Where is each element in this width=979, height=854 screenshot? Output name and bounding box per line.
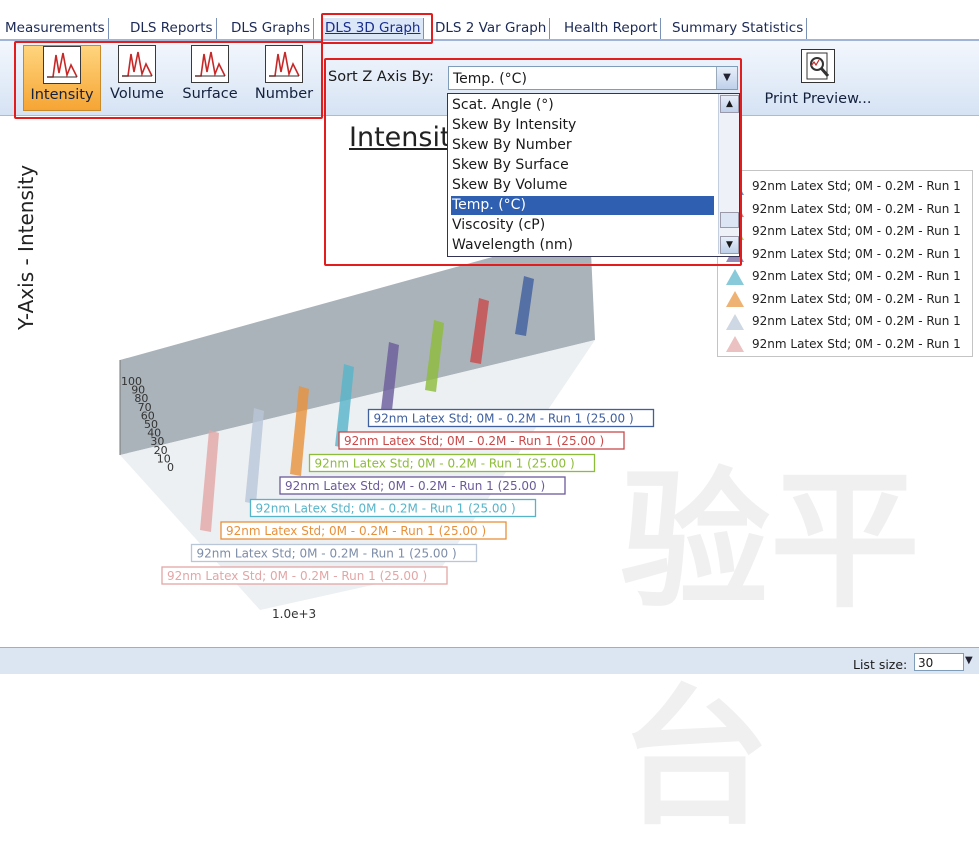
legend-marker-icon [726, 291, 744, 307]
y-tick-label: 0 [167, 461, 174, 474]
watermark-text: 验平台 [620, 455, 921, 846]
series-z-label: 92nm Latex Std; 0M - 0.2M - Run 1 (25.00… [279, 476, 566, 495]
sort-z-axis-select[interactable]: Temp. (°C) ▼ [448, 66, 738, 90]
sort-option-scat-angle[interactable]: Scat. Angle (°) [451, 96, 714, 115]
sort-option-temp[interactable]: Temp. (°C) [451, 196, 714, 215]
series-z-label-text: 92nm Latex Std; 0M - 0.2M - Run 1 (25.00… [256, 502, 516, 516]
legend-item: 92nm Latex Std; 0M - 0.2M - Run 1 [726, 220, 961, 242]
series-z-label: 92nm Latex Std; 0M - 0.2M - Run 1 (25.00… [308, 453, 596, 473]
chart-title: Intensit [349, 122, 451, 153]
print-preview-icon [801, 49, 835, 83]
sort-z-axis-dropdown[interactable]: Scat. Angle (°) Skew By Intensity Skew B… [447, 93, 740, 257]
legend-label: 92nm Latex Std; 0M - 0.2M - Run 1 [752, 201, 961, 216]
series-z-label-text: 92nm Latex Std; 0M - 0.2M - Run 1 (25.00… [226, 524, 486, 538]
sort-selected-value: Temp. (°C) [453, 71, 527, 87]
scroll-down-icon[interactable]: ▼ [720, 236, 739, 254]
tab-strip: Measurements DLS Reports DLS Graphs DLS … [0, 0, 979, 40]
series-z-label: 92nm Latex Std; 0M - 0.2M - Run 1 (25.00… [190, 543, 478, 563]
legend-label: 92nm Latex Std; 0M - 0.2M - Run 1 [752, 179, 961, 193]
tab-measurements[interactable]: Measurements [2, 18, 109, 39]
volume-label: Volume [110, 86, 164, 102]
legend-item: 92nm Latex Std; 0M - 0.2M - Run 1 [726, 198, 961, 220]
series-z-label: 92nm Latex Std; 0M - 0.2M - Run 1 (25.00… [161, 566, 448, 585]
volume-button[interactable]: Volume [104, 45, 170, 109]
tab-dls-graphs[interactable]: DLS Graphs [228, 18, 315, 39]
x-tick-label: 1.0e+3 [272, 607, 316, 621]
sort-option-skew-surface[interactable]: Skew By Surface [451, 156, 714, 175]
print-preview-label: Print Preview... [764, 91, 872, 107]
number-label: Number [254, 86, 314, 102]
series-z-label-text: 92nm Latex Std; 0M - 0.2M - Run 1 (25.00… [315, 457, 575, 471]
surface-button[interactable]: Surface [175, 45, 245, 109]
surface-label: Surface [182, 86, 238, 102]
legend-item: 92nm Latex Std; 0M - 0.2M - Run 1 [726, 310, 961, 332]
tab-dls-2-var-graph[interactable]: DLS 2 Var Graph [432, 18, 551, 39]
tab-dls-reports[interactable]: DLS Reports [127, 18, 217, 39]
legend-label: 92nm Latex Std; 0M - 0.2M - Run 1 [752, 314, 961, 328]
series-z-label-text: 92nm Latex Std; 0M - 0.2M - Run 1 (25.00… [285, 479, 545, 493]
chart-legend: 92nm Latex Std; 0M - 0.2M - Run 1 92nm La… [717, 170, 973, 357]
sort-option-viscosity[interactable]: Viscosity (cP) [451, 216, 714, 235]
tab-dls-3d-graph[interactable]: DLS 3D Graph [322, 18, 425, 39]
series-z-label: 92nm Latex Std; 0M - 0.2M - Run 1 (25.00… [367, 408, 655, 428]
series-z-label-text: 92nm Latex Std; 0M - 0.2M - Run 1 (25.00… [374, 412, 634, 426]
legend-label: 92nm Latex Std; 0M - 0.2M - Run 1 [752, 246, 961, 261]
legend-item: 92nm Latex Std; 0M - 0.2M - Run 1 [726, 243, 961, 265]
intensity-label: Intensity [30, 87, 94, 103]
legend-item: 92nm Latex Std; 0M - 0.2M - Run 1 [726, 333, 961, 355]
sort-option-skew-volume[interactable]: Skew By Volume [451, 176, 714, 195]
sort-option-skew-number[interactable]: Skew By Number [451, 136, 714, 155]
sort-option-wavelength[interactable]: Wavelength (nm) [451, 236, 714, 255]
legend-marker-icon [726, 313, 744, 330]
scroll-thumb[interactable] [720, 212, 739, 228]
intensity-button[interactable]: Intensity [23, 45, 101, 111]
series-z-label-text: 92nm Latex Std; 0M - 0.2M - Run 1 (25.00… [167, 569, 427, 583]
y-axis-label: Y-Axis - Intensity [14, 164, 38, 330]
distribution-chart-icon [191, 45, 229, 83]
legend-label: 92nm Latex Std; 0M - 0.2M - Run 1 [752, 269, 961, 283]
distribution-chart-icon [118, 45, 156, 83]
series-z-label-text: 92nm Latex Std; 0M - 0.2M - Run 1 (25.00… [344, 434, 604, 448]
tab-summary-statistics[interactable]: Summary Statistics [669, 18, 808, 39]
sort-z-axis-label: Sort Z Axis By: [328, 69, 434, 85]
dropdown-scrollbar[interactable]: ▲ ▼ [718, 94, 739, 254]
scroll-up-icon[interactable]: ▲ [720, 95, 739, 113]
series-z-label: 92nm Latex Std; 0M - 0.2M - Run 1 (25.00… [249, 498, 537, 518]
sort-option-skew-intensity[interactable]: Skew By Intensity [451, 116, 714, 135]
legend-label: 92nm Latex Std; 0M - 0.2M - Run 1 [752, 224, 961, 238]
distribution-chart-icon [265, 45, 303, 83]
distribution-chart-icon [43, 46, 81, 84]
print-preview-button[interactable]: Print Preview... [748, 45, 888, 111]
chart-3d-plot: 10090807060504030201001.0e+3 92nm Latex … [119, 230, 655, 621]
legend-item: 92nm Latex Std; 0M - 0.2M - Run 1 [726, 288, 961, 310]
legend-item: 92nm Latex Std; 0M - 0.2M - Run 1 [726, 265, 961, 287]
chevron-down-icon[interactable]: ▼ [716, 67, 737, 89]
legend-label: 92nm Latex Std; 0M - 0.2M - Run 1 [752, 336, 961, 351]
legend-item: 92nm Latex Std; 0M - 0.2M - Run 1 [726, 175, 961, 197]
series-z-label: 92nm Latex Std; 0M - 0.2M - Run 1 (25.00… [220, 521, 507, 540]
legend-marker-icon [726, 336, 744, 352]
series-z-label-text: 92nm Latex Std; 0M - 0.2M - Run 1 (25.00… [197, 547, 457, 561]
tab-health-report[interactable]: Health Report [561, 18, 662, 39]
series-z-label: 92nm Latex Std; 0M - 0.2M - Run 1 (25.00… [338, 431, 625, 450]
legend-label: 92nm Latex Std; 0M - 0.2M - Run 1 [752, 291, 961, 306]
number-button[interactable]: Number [250, 45, 318, 109]
legend-marker-icon [726, 268, 744, 285]
